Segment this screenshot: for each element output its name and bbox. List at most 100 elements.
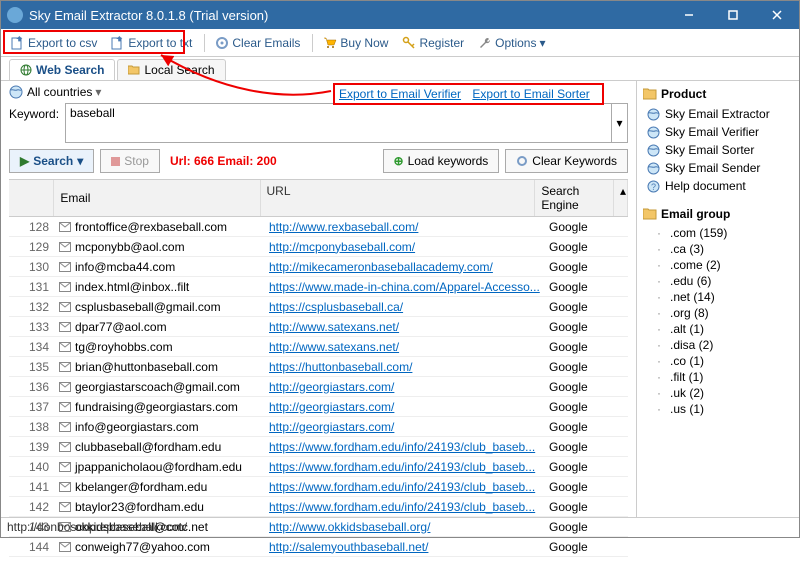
cell-url[interactable]: https://www.fordham.edu/info/24193/club_… — [265, 460, 545, 474]
product-item-label: Sky Email Sorter — [665, 143, 754, 157]
cell-engine: Google — [545, 440, 625, 454]
cell-email: georgiastarscoach@gmail.com — [55, 380, 265, 394]
cell-url[interactable]: http://www.rexbaseball.com/ — [265, 220, 545, 234]
cell-url[interactable]: https://www.fordham.edu/info/24193/club_… — [265, 440, 545, 454]
cell-url[interactable]: http://georgiastars.com/ — [265, 380, 545, 394]
export-to-verifier-link[interactable]: Export to Email Verifier — [339, 87, 461, 101]
table-row[interactable]: 141kbelanger@fordham.eduhttps://www.ford… — [9, 477, 628, 497]
product-item[interactable]: Sky Email Sorter — [647, 141, 793, 159]
row-number: 128 — [9, 220, 55, 234]
cell-url[interactable]: http://salemyouthbaseball.net/ — [265, 540, 545, 554]
table-row[interactable]: 131index.html@inbox..filthttps://www.mad… — [9, 277, 628, 297]
cell-url[interactable]: http://www.satexans.net/ — [265, 320, 545, 334]
email-group-item[interactable]: .alt (1) — [647, 321, 793, 337]
tab-web-search[interactable]: Web Search — [9, 59, 115, 80]
email-group-item[interactable]: .org (8) — [647, 305, 793, 321]
column-rownum[interactable] — [9, 180, 54, 216]
app-icon — [7, 7, 23, 23]
email-group-list: .com (159).ca (3).come (2).edu (6).net (… — [643, 225, 793, 417]
table-row[interactable]: 129mcponybb@aol.comhttp://mcponybaseball… — [9, 237, 628, 257]
email-group-item[interactable]: .uk (2) — [647, 385, 793, 401]
table-row[interactable]: 132csplusbaseball@gmail.comhttps://csplu… — [9, 297, 628, 317]
row-number: 139 — [9, 440, 55, 454]
email-group-item[interactable]: .ca (3) — [647, 241, 793, 257]
globe-icon — [647, 144, 660, 157]
table-row[interactable]: 139clubbaseball@fordham.eduhttps://www.f… — [9, 437, 628, 457]
email-group-item[interactable]: .come (2) — [647, 257, 793, 273]
load-keywords-button[interactable]: ⊕ Load keywords — [383, 149, 500, 173]
cell-url[interactable]: http://georgiastars.com/ — [265, 400, 545, 414]
table-row[interactable]: 133dpar77@aol.comhttp://www.satexans.net… — [9, 317, 628, 337]
envelope-icon — [59, 242, 71, 252]
tab-local-search[interactable]: Local Search — [117, 59, 225, 80]
column-email[interactable]: Email — [54, 180, 260, 216]
cell-engine: Google — [545, 480, 625, 494]
column-engine[interactable]: Search Engine — [535, 180, 614, 216]
table-row[interactable]: 142btaylor23@fordham.eduhttps://www.ford… — [9, 497, 628, 517]
product-item-label: Sky Email Sender — [665, 161, 760, 175]
cell-url[interactable]: https://www.fordham.edu/info/24193/club_… — [265, 500, 545, 514]
country-selector[interactable]: All countries — [27, 85, 92, 99]
email-group-item[interactable]: .co (1) — [647, 353, 793, 369]
export-to-sorter-link[interactable]: Export to Email Sorter — [472, 87, 589, 101]
cell-url[interactable]: http://www.satexans.net/ — [265, 340, 545, 354]
grid-body[interactable]: 128frontoffice@rexbaseball.comhttp://www… — [9, 217, 628, 557]
table-row[interactable]: 138info@georgiastars.comhttp://georgiast… — [9, 417, 628, 437]
table-row[interactable]: 137fundraising@georgiastars.comhttp://ge… — [9, 397, 628, 417]
product-item-label: Sky Email Extractor — [665, 107, 770, 121]
email-group-item[interactable]: .net (14) — [647, 289, 793, 305]
export-txt-button[interactable]: Export to txt — [105, 34, 198, 52]
table-row[interactable]: 134tg@royhobbs.comhttp://www.satexans.ne… — [9, 337, 628, 357]
envelope-icon — [59, 382, 71, 392]
email-group-item[interactable]: .us (1) — [647, 401, 793, 417]
cell-url[interactable]: http://georgiastars.com/ — [265, 420, 545, 434]
minimize-button[interactable] — [667, 1, 711, 29]
table-row[interactable]: 128frontoffice@rexbaseball.comhttp://www… — [9, 217, 628, 237]
table-row[interactable]: 136georgiastarscoach@gmail.comhttp://geo… — [9, 377, 628, 397]
cell-url[interactable]: http://mcponybaseball.com/ — [265, 240, 545, 254]
stop-icon — [111, 157, 120, 166]
options-button[interactable]: Options ▾ — [472, 34, 551, 52]
clear-keywords-button[interactable]: Clear Keywords — [505, 149, 628, 173]
keyword-input[interactable] — [65, 103, 612, 143]
cell-email: mcponybb@aol.com — [55, 240, 265, 254]
cell-url[interactable]: https://csplusbaseball.ca/ — [265, 300, 545, 314]
table-row[interactable]: 140jpappanicholaou@fordham.eduhttps://ww… — [9, 457, 628, 477]
column-url[interactable]: URL — [261, 180, 536, 216]
product-item[interactable]: Sky Email Verifier — [647, 123, 793, 141]
keyword-dropdown[interactable]: ▾ — [612, 103, 628, 143]
close-button[interactable] — [755, 1, 799, 29]
export-csv-button[interactable]: Export to csv — [5, 34, 103, 52]
email-group-item[interactable]: .filt (1) — [647, 369, 793, 385]
register-button[interactable]: Register — [396, 34, 470, 52]
email-group-item[interactable]: .disa (2) — [647, 337, 793, 353]
clear-emails-button[interactable]: Clear Emails — [209, 34, 306, 52]
cell-url[interactable]: https://huttonbaseball.com/ — [265, 360, 545, 374]
row-number: 138 — [9, 420, 55, 434]
email-group-panel-title: Email group — [643, 207, 793, 221]
maximize-button[interactable] — [711, 1, 755, 29]
cell-url[interactable]: https://www.made-in-china.com/Apparel-Ac… — [265, 280, 545, 294]
scroll-up-icon[interactable]: ▴ — [614, 180, 628, 216]
cell-url[interactable]: http://mikecameronbaseballacademy.com/ — [265, 260, 545, 274]
buy-now-button[interactable]: Buy Now — [317, 34, 394, 52]
table-row[interactable]: 135brian@huttonbaseball.comhttps://hutto… — [9, 357, 628, 377]
table-row[interactable]: 130info@mcba44.comhttp://mikecameronbase… — [9, 257, 628, 277]
email-group-item[interactable]: .com (159) — [647, 225, 793, 241]
cell-engine: Google — [545, 380, 625, 394]
product-item-label: Help document — [665, 179, 746, 193]
product-item[interactable]: ?Help document — [647, 177, 793, 195]
email-group-item[interactable]: .edu (6) — [647, 273, 793, 289]
product-item[interactable]: Sky Email Sender — [647, 159, 793, 177]
cell-url[interactable]: https://www.fordham.edu/info/24193/club_… — [265, 480, 545, 494]
product-item[interactable]: Sky Email Extractor — [647, 105, 793, 123]
cell-email: btaylor23@fordham.edu — [55, 500, 265, 514]
stop-button[interactable]: Stop — [100, 149, 160, 173]
table-row[interactable]: 144conweigh77@yahoo.comhttp://salemyouth… — [9, 537, 628, 557]
envelope-icon — [59, 502, 71, 512]
product-panel-title: Product — [643, 87, 793, 101]
cell-email: info@mcba44.com — [55, 260, 265, 274]
search-button[interactable]: ▶ Search ▾ — [9, 149, 94, 173]
cell-engine: Google — [545, 420, 625, 434]
row-number: 144 — [9, 540, 55, 554]
